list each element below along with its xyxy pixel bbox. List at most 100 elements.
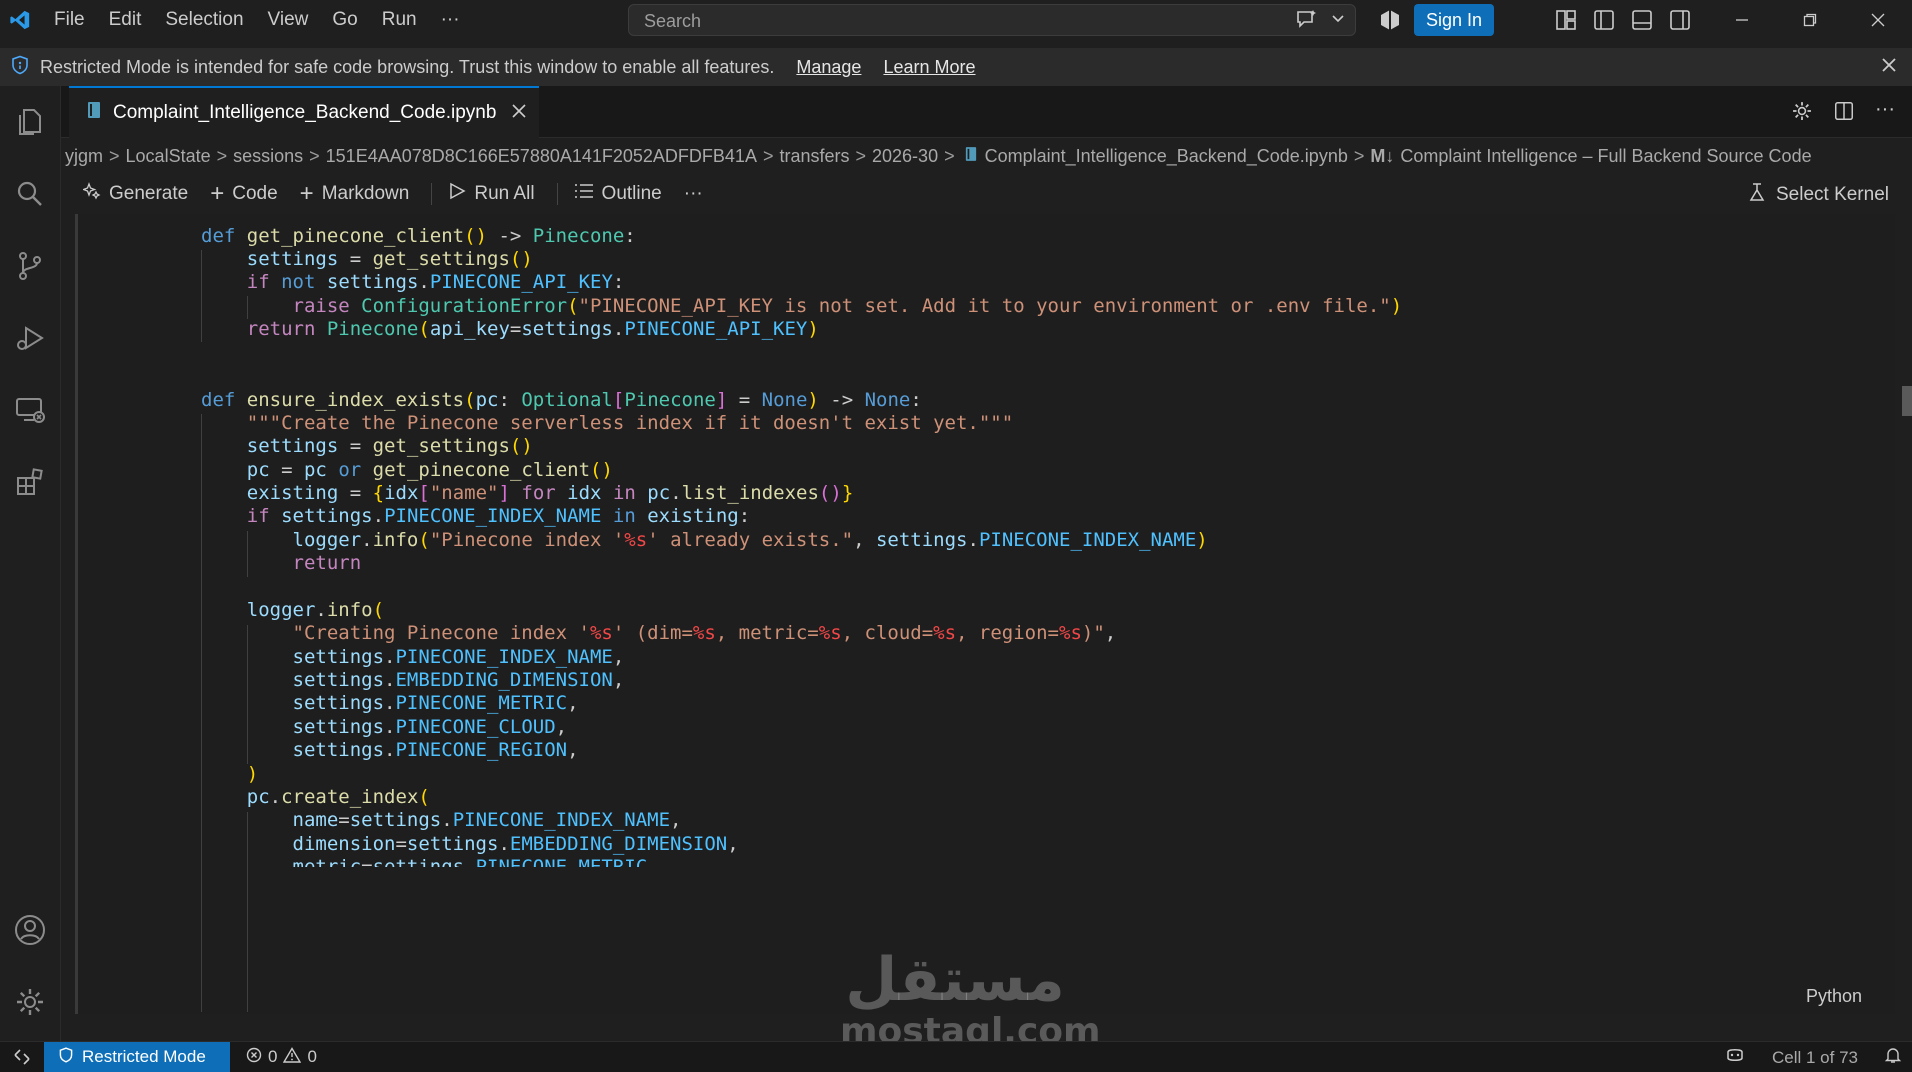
add-code-cell-button[interactable]: + Code: [210, 180, 278, 207]
watermark-logo: مستقل mostaql.com: [840, 945, 1101, 1052]
breadcrumb-item[interactable]: sessions: [233, 146, 303, 167]
menu-run[interactable]: Run: [370, 0, 429, 40]
tab-notebook[interactable]: Complaint_Intelligence_Backend_Code.ipyn…: [69, 86, 539, 138]
copilot-status-icon[interactable]: [1724, 1046, 1746, 1069]
settings-gear-icon[interactable]: [0, 972, 60, 1032]
shield-icon: [58, 1046, 74, 1069]
menu-more[interactable]: ···: [429, 0, 472, 40]
markdown-icon: M↓: [1370, 145, 1395, 166]
generate-button[interactable]: Generate: [81, 182, 189, 206]
notebook-file-icon: [87, 101, 101, 125]
problems-indicator[interactable]: 0 0: [246, 1046, 317, 1068]
code-line: metric=settings.PINECONE_METRIC,: [292, 856, 659, 867]
copilot-icon[interactable]: [1378, 8, 1402, 32]
tab-title: Complaint_Intelligence_Backend_Code.ipyn…: [113, 102, 497, 123]
add-markdown-cell-button[interactable]: + Markdown: [299, 180, 410, 207]
more-actions-icon[interactable]: ···: [1875, 99, 1895, 127]
search-placeholder: Search: [644, 11, 702, 31]
restricted-mode-label: Restricted Mode: [82, 1047, 206, 1066]
restore-icon[interactable]: [1776, 0, 1844, 40]
split-editor-icon[interactable]: [1833, 100, 1855, 127]
tab-actions: ···: [1791, 99, 1895, 127]
search-icon[interactable]: [0, 164, 60, 224]
menu-go[interactable]: Go: [320, 0, 369, 40]
plus-icon: +: [299, 180, 314, 207]
select-kernel-button[interactable]: Select Kernel: [1748, 182, 1889, 208]
sign-in-button[interactable]: Sign In: [1414, 4, 1494, 36]
cell-position[interactable]: Cell 1 of 73: [1772, 1048, 1858, 1068]
menu-file[interactable]: File: [42, 0, 97, 40]
outline-label: Outline: [601, 183, 662, 204]
remote-explorer-icon[interactable]: [0, 380, 60, 440]
code-editor[interactable]: def get_pinecone_client() -> Pinecone: s…: [75, 222, 1875, 1012]
window-controls: [1708, 0, 1912, 40]
notebook-file-icon: [965, 146, 977, 167]
scrollbar-thumb[interactable]: [1902, 386, 1912, 416]
breadcrumb-item[interactable]: LocalState: [126, 146, 211, 167]
extensions-icon[interactable]: [0, 452, 60, 512]
breadcrumb-item[interactable]: 151E4AA078D8C166E57880A141F2052ADFDFB41A: [326, 146, 757, 167]
gear-icon[interactable]: [1791, 100, 1813, 127]
breadcrumb-item[interactable]: transfers: [779, 146, 849, 167]
cell-language-label[interactable]: Python: [1806, 986, 1862, 1007]
list-icon: [574, 182, 594, 206]
toggle-secondary-sidebar-icon[interactable]: [1668, 8, 1692, 32]
breadcrumb-item[interactable]: yjgm: [65, 146, 103, 167]
chevron-down-icon[interactable]: [1331, 14, 1345, 24]
sparkle-icon: [81, 182, 101, 206]
remote-indicator-icon[interactable]: [0, 1042, 44, 1072]
code-label: Code: [232, 183, 278, 204]
run-and-debug-icon[interactable]: [0, 308, 60, 368]
editor-area: Complaint_Intelligence_Backend_Code.ipyn…: [60, 86, 1912, 1041]
minimize-icon[interactable]: [1708, 0, 1776, 40]
shield-icon: [10, 55, 30, 80]
plus-icon: +: [210, 180, 225, 207]
play-icon: [448, 182, 466, 206]
more-toolbar-button[interactable]: ···: [684, 183, 703, 205]
banner-message: Restricted Mode is intended for safe cod…: [40, 56, 775, 77]
toggle-primary-sidebar-icon[interactable]: [1592, 8, 1616, 32]
warning-count: 0: [307, 1047, 317, 1066]
watermark-arabic: مستقل: [845, 945, 1065, 1015]
source-control-icon[interactable]: [0, 236, 60, 296]
accounts-icon[interactable]: [0, 900, 60, 960]
generate-label: Generate: [109, 183, 189, 204]
warning-icon: [283, 1046, 302, 1068]
markdown-label: Markdown: [321, 183, 410, 204]
editor-tabs: Complaint_Intelligence_Backend_Code.ipyn…: [61, 86, 1912, 138]
close-icon[interactable]: [1880, 56, 1898, 79]
command-center-search[interactable]: Search: [628, 4, 1356, 36]
breadcrumb-item[interactable]: 2026-30: [872, 146, 938, 167]
title-bar: File Edit Selection View Go Run ··· ← → …: [0, 0, 1912, 40]
run-all-button[interactable]: Run All: [448, 182, 535, 206]
outline-button[interactable]: Outline: [574, 182, 662, 206]
close-tab-icon[interactable]: [512, 102, 527, 124]
manage-link[interactable]: Manage: [796, 57, 861, 78]
close-window-icon[interactable]: [1844, 0, 1912, 40]
notifications-bell-icon[interactable]: [1884, 1046, 1902, 1069]
menu-edit[interactable]: Edit: [97, 0, 154, 40]
restricted-mode-status[interactable]: Restricted Mode: [44, 1041, 230, 1072]
code-line: return: [292, 552, 362, 574]
breadcrumb-item[interactable]: Complaint_Intelligence_Backend_Code.ipyn…: [985, 146, 1348, 167]
vscode-logo-icon: [0, 0, 40, 40]
learn-more-link[interactable]: Learn More: [883, 57, 975, 78]
breadcrumb: yjgm > LocalState > sessions > 151E4AA078D8…: [65, 145, 1812, 167]
copilot-chat-icon[interactable]: [1295, 9, 1317, 29]
breadcrumb-item[interactable]: Complaint Intelligence – Full Backend So…: [1400, 146, 1811, 167]
kernel-icon: [1748, 182, 1766, 208]
kernel-label: Select Kernel: [1775, 184, 1889, 205]
menu-bar: File Edit Selection View Go Run ···: [42, 0, 472, 40]
code-line: return Pinecone(api_key=settings.PINECON…: [246, 318, 819, 340]
explorer-icon[interactable]: [0, 92, 60, 152]
notebook-toolbar: Generate + Code + Markdown Run All Outli…: [61, 174, 1912, 214]
activity-bar: [0, 86, 60, 1041]
toggle-panel-icon[interactable]: [1630, 8, 1654, 32]
menu-selection[interactable]: Selection: [153, 0, 255, 40]
menu-view[interactable]: View: [256, 0, 321, 40]
customize-layout-icon[interactable]: [1554, 8, 1578, 32]
code-cell[interactable]: def get_pinecone_client() -> Pinecone: s…: [75, 214, 1895, 1014]
error-count: 0: [268, 1047, 278, 1066]
restricted-mode-banner: Restricted Mode is intended for safe cod…: [0, 48, 1912, 86]
error-icon: [246, 1047, 262, 1068]
